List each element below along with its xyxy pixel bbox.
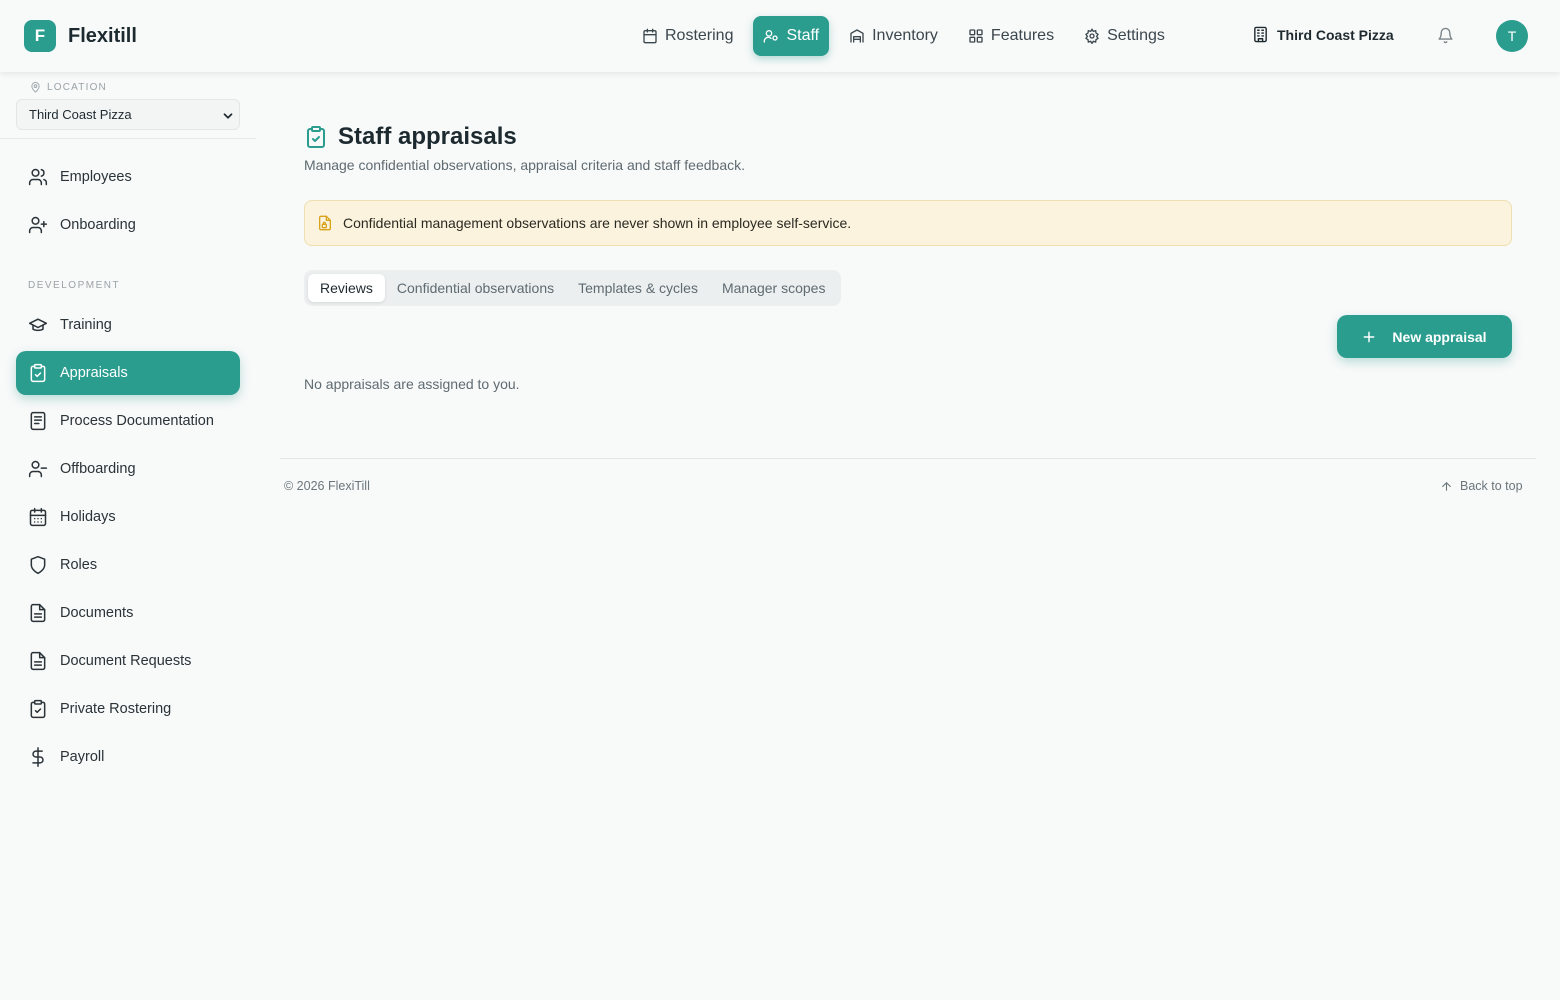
sidebar: LOCATION Third Coast Pizza Employees Onb…: [0, 72, 256, 1000]
arrow-up-icon: [1440, 480, 1460, 493]
clipboard-check-icon: [304, 124, 338, 150]
building-icon: [1252, 26, 1277, 43]
user-avatar[interactable]: T: [1496, 20, 1528, 52]
sidebar-divider: [0, 138, 256, 139]
location-select[interactable]: Third Coast Pizza: [16, 99, 240, 130]
nav-label: Staff: [786, 27, 820, 44]
file-lock-icon: [317, 215, 343, 231]
sidebar-item-label: Appraisals: [60, 365, 128, 381]
sidebar-item-appraisals[interactable]: Appraisals: [16, 351, 240, 395]
sidebar-item-label: Process Documentation: [60, 413, 214, 429]
sidebar-item-label: Offboarding: [60, 461, 136, 477]
confidential-notice: Confidential management observations are…: [304, 200, 1512, 246]
location-label-text: LOCATION: [47, 82, 107, 93]
page-title: Staff appraisals: [338, 123, 517, 150]
sidebar-item-label: Document Requests: [60, 653, 192, 669]
tab-reviews[interactable]: Reviews: [308, 274, 385, 302]
sidebar-item-roles[interactable]: Roles: [16, 543, 240, 587]
back-to-top-label: Back to top: [1460, 479, 1523, 493]
sidebar-item-label: Roles: [60, 557, 98, 573]
book-icon: [28, 411, 48, 431]
sidebar-item-label: Private Rostering: [60, 701, 172, 717]
chevron-down-icon: [221, 109, 235, 123]
nav-settings[interactable]: Settings: [1074, 16, 1175, 56]
tab-manager-scopes[interactable]: Manager scopes: [710, 274, 838, 302]
sidebar-item-training[interactable]: Training: [16, 303, 240, 347]
sidebar-item-private-rostering[interactable]: Private Rostering: [16, 687, 240, 731]
new-appraisal-button[interactable]: New appraisal: [1337, 315, 1512, 358]
sidebar-item-onboarding[interactable]: Onboarding: [16, 203, 240, 247]
brand[interactable]: F Flexitill: [24, 20, 137, 52]
appraisal-tabs: Reviews Confidential observations Templa…: [304, 270, 842, 306]
bell-icon[interactable]: [1437, 27, 1454, 44]
sidebar-item-payroll[interactable]: Payroll: [16, 735, 240, 779]
sidebar-item-documents[interactable]: Documents: [16, 591, 240, 635]
clipboard-check-icon: [28, 699, 48, 719]
sidebar-item-offboarding[interactable]: Offboarding: [16, 447, 240, 491]
main-nav: Rostering Staff Inventory Features Setti…: [632, 16, 1185, 56]
page-subtitle: Manage confidential observations, apprai…: [304, 157, 746, 173]
nav-rostering[interactable]: Rostering: [632, 16, 743, 56]
calendar-icon: [642, 28, 665, 44]
sidebar-item-label: Holidays: [60, 509, 116, 525]
sidebar-item-process-documentation[interactable]: Process Documentation: [16, 399, 240, 443]
sidebar-item-holidays[interactable]: Holidays: [16, 495, 240, 539]
file-request-icon: [28, 651, 48, 671]
notice-text: Confidential management observations are…: [343, 215, 852, 231]
grid-icon: [968, 28, 991, 44]
sidebar-item-label: Employees: [60, 169, 132, 185]
user-minus-icon: [28, 459, 48, 479]
empty-state-text: No appraisals are assigned to you.: [304, 376, 520, 392]
clipboard-check-icon: [28, 363, 48, 383]
sidebar-item-label: Training: [60, 317, 112, 333]
tab-confidential-observations[interactable]: Confidential observations: [385, 274, 566, 302]
section-label-development: DEVELOPMENT: [28, 280, 121, 291]
nav-features[interactable]: Features: [958, 16, 1064, 56]
sidebar-item-label: Payroll: [60, 749, 105, 765]
graduation-cap-icon: [28, 315, 48, 335]
map-pin-icon: [30, 82, 47, 93]
top-bar: F Flexitill Rostering Staff Inventory Fe…: [0, 0, 1560, 72]
file-text-icon: [28, 603, 48, 623]
tab-templates-cycles[interactable]: Templates & cycles: [566, 274, 710, 302]
footer-copyright: © 2026 FlexiTill: [284, 479, 370, 493]
sidebar-item-label: Onboarding: [60, 217, 136, 233]
location-select-value: Third Coast Pizza: [29, 107, 132, 122]
users-icon: [28, 167, 48, 187]
nav-label: Features: [990, 27, 1055, 44]
users-icon: [763, 28, 786, 44]
brand-name: Flexitill: [68, 24, 137, 47]
brand-logo: F: [24, 20, 56, 52]
nav-label: Rostering: [665, 27, 734, 44]
sidebar-item-document-requests[interactable]: Document Requests: [16, 639, 240, 683]
dollar-icon: [28, 747, 48, 767]
new-appraisal-label: New appraisal: [1392, 328, 1487, 345]
shield-icon: [28, 555, 48, 575]
user-plus-icon: [28, 215, 48, 235]
plus-icon: [1362, 330, 1392, 344]
nav-label: Inventory: [872, 27, 938, 44]
page-header: Staff appraisals: [304, 123, 517, 151]
nav-inventory[interactable]: Inventory: [839, 16, 948, 56]
back-to-top-link[interactable]: Back to top: [1440, 479, 1523, 493]
gear-icon: [1084, 28, 1107, 44]
sidebar-item-employees[interactable]: Employees: [16, 155, 240, 199]
sidebar-item-label: Documents: [60, 605, 134, 621]
store-name: Third Coast Pizza: [1277, 26, 1394, 43]
location-label: LOCATION: [30, 82, 107, 93]
calendar-days-icon: [28, 507, 48, 527]
store-switcher[interactable]: Third Coast Pizza: [1252, 26, 1394, 43]
nav-label: Settings: [1107, 27, 1165, 44]
warehouse-icon: [849, 28, 872, 44]
footer-divider: [280, 458, 1536, 459]
nav-staff[interactable]: Staff: [753, 16, 830, 56]
